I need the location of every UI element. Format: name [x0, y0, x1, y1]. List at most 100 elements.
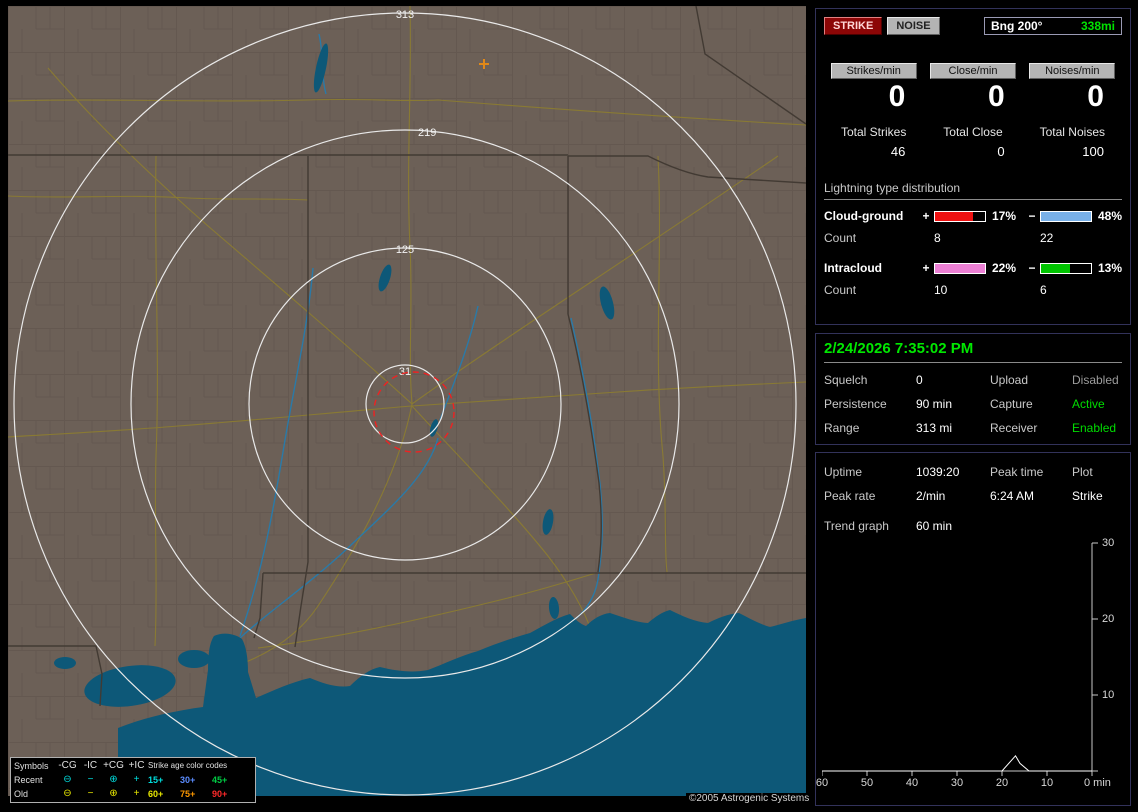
legend-age-title: Strike age color codes	[148, 761, 228, 770]
capture-label: Capture	[990, 397, 1033, 411]
neg-ic-recent-icon: −	[87, 774, 94, 785]
neg-ic-old-icon: −	[87, 788, 94, 799]
status-row-squelch: Squelch 0 Upload Disabled	[824, 373, 1122, 387]
intracloud-count-row: Count 10 6	[824, 283, 1122, 297]
cg-plus-pct: 17%	[992, 209, 1017, 223]
range-value: 313 mi	[916, 421, 953, 435]
mode-row: STRIKE NOISE Bng 200° 338mi	[824, 17, 1122, 35]
persistence-value: 90 min	[916, 397, 953, 411]
cg-plus-bar-fill	[935, 211, 974, 221]
age-code-30: 30+	[180, 775, 196, 785]
uptime-label: Uptime	[824, 465, 863, 479]
total-strikes-value: 46	[890, 144, 906, 159]
trend-axes	[822, 543, 1093, 772]
rate-columns: Strikes/min 0 Total Strikes 46 Close/min…	[824, 63, 1122, 159]
neg-cg-recent-icon: ⊖	[63, 774, 72, 785]
cloud-ground-label: Cloud-ground	[824, 209, 904, 223]
ic-minus-bar-fill	[1041, 263, 1071, 273]
peak-rate-label: Peak rate	[824, 489, 876, 503]
strikes-per-min-value: 0	[888, 80, 906, 113]
bearing-range-value: 338mi	[1080, 19, 1115, 33]
cg-minus-bar	[1040, 210, 1092, 222]
close-per-min-button[interactable]: Close/min	[929, 63, 1016, 79]
strikes-per-min-button[interactable]: Strikes/min	[830, 63, 917, 79]
ring-label-219: 219	[418, 127, 436, 139]
cg-plus-count: 8	[934, 231, 941, 245]
noise-mode-button[interactable]: NOISE	[887, 17, 940, 35]
xtick-30: 30	[950, 777, 964, 789]
pos-ic-old-icon: +	[133, 788, 140, 799]
xtick-0min: 0 min	[1084, 777, 1111, 789]
ytick-20: 20	[1102, 613, 1115, 625]
noises-per-min-value: 0	[1087, 80, 1104, 113]
count-label: Count	[824, 283, 857, 297]
trend-row: Trend graph 60 min	[824, 519, 1122, 533]
trend-graph: 30 20 10 60 50 40 30 20 10 0 min	[816, 537, 1124, 801]
uptime-value: 1039:20	[916, 465, 960, 479]
lightning-map[interactable]: 313 219 125 31	[8, 6, 806, 796]
ic-plus-count: 10	[934, 283, 948, 297]
stats-row-1: Uptime 1039:20 Peak time Plot	[824, 465, 1122, 479]
ring-label-313: 313	[396, 9, 414, 21]
noises-per-min-button[interactable]: Noises/min	[1029, 63, 1116, 79]
status-panel: 2/24/2026 7:35:02 PM Squelch 0 Upload Di…	[815, 333, 1131, 445]
cg-minus-pct: 48%	[1098, 209, 1123, 223]
capture-status: Active	[1072, 397, 1105, 411]
plot-value: Strike	[1072, 489, 1103, 503]
trend-series	[822, 754, 1092, 772]
distribution-title: Lightning type distribution	[824, 181, 1122, 200]
ic-plus-bar-fill	[935, 263, 985, 273]
bearing-indicator: Bng 200° 338mi	[984, 17, 1122, 35]
close-column: Close/min 0 Total Close 0	[923, 63, 1022, 159]
legend-col-neg-ic: -IC	[83, 760, 98, 771]
legend-col-neg-cg: -CG	[58, 760, 77, 771]
xtick-40: 40	[905, 777, 919, 789]
plot-label: Plot	[1072, 465, 1093, 479]
legend-recent-row: Recent ⊖ − ⊕ + 15+ 30+ 45+	[14, 774, 252, 786]
age-code-15: 15+	[148, 775, 164, 785]
trend-panel: Uptime 1039:20 Peak time Plot Peak rate …	[815, 452, 1131, 806]
ytick-10: 10	[1102, 689, 1115, 701]
legend-col-pos-cg: +CG	[103, 760, 124, 771]
receiver-label: Receiver	[990, 421, 1038, 435]
squelch-label: Squelch	[824, 373, 868, 387]
status-row-range: Range 313 mi Receiver Enabled	[824, 421, 1122, 435]
ic-minus-count: 6	[1040, 283, 1047, 297]
legend-old-row: Old ⊖ − ⊕ + 60+ 75+ 90+	[14, 788, 252, 800]
ic-plus-pct: 22%	[992, 261, 1017, 275]
datetime-display: 2/24/2026 7:35:02 PM	[824, 340, 1122, 363]
upload-status: Disabled	[1072, 373, 1119, 387]
receiver-status: Enabled	[1072, 421, 1117, 435]
pos-cg-old-icon: ⊕	[109, 788, 118, 799]
total-noises-value: 100	[1082, 144, 1104, 159]
trend-window-value: 60 min	[916, 519, 953, 533]
xtick-20: 20	[995, 777, 1009, 789]
minus-sign: −	[1028, 261, 1036, 275]
cloud-ground-count-row: Count 8 22	[824, 231, 1122, 245]
xtick-60: 60	[815, 777, 829, 789]
age-code-60: 60+	[148, 789, 164, 799]
strike-mode-button[interactable]: STRIKE	[824, 17, 883, 35]
noises-column: Noises/min 0 Total Noises 100	[1023, 63, 1122, 159]
map-legend: Symbols -CG -IC +CG +IC Strike age color…	[10, 757, 256, 803]
trend-graph-label: Trend graph	[824, 519, 889, 533]
total-strikes-label: Total Strikes	[840, 125, 907, 139]
trend-xticks	[822, 771, 1093, 776]
trend-yticks	[1092, 542, 1098, 772]
ring-label-125: 125	[396, 244, 414, 256]
total-noises-label: Total Noises	[1039, 125, 1105, 139]
squelch-value: 0	[916, 373, 923, 387]
total-close-value: 0	[997, 144, 1005, 159]
intracloud-row: Intracloud + 22% − 13%	[824, 261, 1122, 275]
copyright-text: ©2005 Astrogenic Systems	[686, 793, 813, 804]
range-label: Range	[824, 421, 860, 435]
cg-minus-bar-fill	[1041, 211, 1091, 221]
pos-cg-recent-icon: ⊕	[109, 774, 118, 785]
cg-minus-count: 22	[1040, 231, 1054, 245]
ic-minus-bar	[1040, 262, 1092, 274]
trend-plot	[822, 542, 1098, 776]
pos-ic-recent-icon: +	[133, 774, 140, 785]
minus-sign: −	[1028, 209, 1036, 223]
legend-header-row: Symbols -CG -IC +CG +IC Strike age color…	[14, 760, 252, 772]
plus-sign: +	[922, 261, 930, 275]
